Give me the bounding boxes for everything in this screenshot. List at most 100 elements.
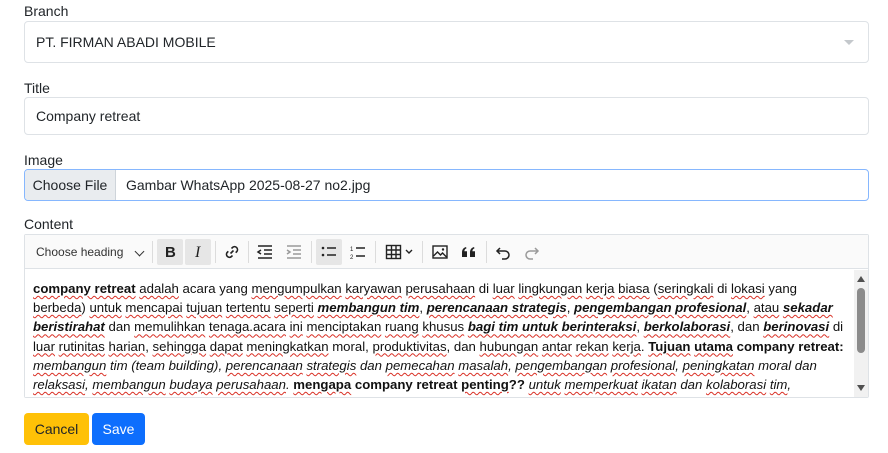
text-run: company retreat	[33, 281, 136, 296]
text-run: ??	[508, 377, 525, 393]
text-run: meningkatkan	[246, 338, 329, 354]
link-button[interactable]	[219, 239, 245, 265]
text-run: rutinitas	[58, 338, 105, 354]
italic-button[interactable]: I	[185, 239, 211, 265]
text-run: dan	[676, 377, 707, 393]
choose-file-button[interactable]: Choose File	[25, 170, 116, 200]
text-run: relaksasi	[33, 377, 86, 393]
insert-table-button[interactable]	[381, 239, 419, 265]
branch-select-value: PT. FIRMAN ABADI MOBILE	[36, 34, 216, 50]
svg-text:1: 1	[350, 247, 354, 253]
text-run: tenaga.acara	[208, 319, 286, 335]
text-run: perencanaan	[225, 357, 303, 373]
text-run: bagi tim untuk berinteraksi	[467, 319, 637, 335]
text-run: seperti	[274, 300, 314, 316]
text-run: peningkatan	[682, 357, 755, 373]
text-run: ,	[636, 319, 644, 335]
content-scrollbar[interactable]	[854, 270, 868, 397]
numbered-list-button[interactable]: 12	[345, 239, 371, 265]
text-run: di	[829, 319, 844, 335]
scroll-down-arrow-icon[interactable]	[857, 385, 865, 391]
text-run: dan	[104, 319, 135, 335]
text-run: ,	[675, 357, 683, 373]
indent-icon	[286, 245, 301, 259]
image-file-input[interactable]: Choose File Gambar WhatsApp 2025-08-27 n…	[24, 169, 869, 201]
text-run: berinovasi	[763, 319, 830, 335]
toolbar-separator	[375, 241, 376, 263]
text-run: ,	[419, 300, 427, 316]
italic-icon: I	[194, 244, 201, 260]
text-run: luar	[492, 281, 515, 296]
text-run: dan	[177, 396, 202, 397]
toolbar-separator	[248, 241, 249, 263]
link-icon	[225, 245, 239, 259]
text-run: biasa	[618, 281, 650, 296]
outdent-button[interactable]	[252, 239, 278, 265]
text-run: atau	[753, 300, 780, 316]
content-paragraph: company retreat adalah acara yang mengum…	[33, 279, 849, 397]
indent-button[interactable]	[281, 239, 307, 265]
text-run: membangun	[33, 357, 107, 373]
text-run: perusahaan	[405, 281, 476, 296]
text-run: perencanaan strategis	[426, 300, 567, 316]
heading-dropdown[interactable]: Choose heading	[31, 239, 149, 265]
image-label: Image	[24, 152, 63, 168]
text-run: tim	[769, 377, 788, 393]
title-input[interactable]: Company retreat	[24, 97, 869, 135]
scroll-up-arrow-icon[interactable]	[857, 276, 865, 282]
text-run: seringkali	[657, 281, 714, 296]
redo-button[interactable]	[519, 239, 545, 265]
text-run: meningkatkan	[33, 396, 115, 397]
text-run: acara yang	[178, 281, 252, 296]
text-run: tujuan	[186, 300, 223, 316]
text-run: kolaborasi	[706, 377, 767, 393]
toolbar-separator	[486, 241, 487, 263]
text-run: ikatan	[641, 377, 677, 393]
scrollbar-thumb[interactable]	[857, 288, 865, 353]
text-run: Tujuan	[648, 338, 691, 354]
undo-button[interactable]	[490, 239, 516, 265]
text-run: menciptakan	[306, 319, 382, 335]
insert-image-button[interactable]	[427, 239, 453, 265]
text-run: untuk	[528, 377, 561, 393]
text-run: berbeda	[33, 300, 82, 316]
text-run: produktivitas	[372, 338, 447, 354]
text-run: lingkungan	[518, 281, 583, 296]
heading-dropdown-label: Choose heading	[36, 245, 124, 259]
editor-content-area[interactable]: company retreat adalah acara yang mengum…	[25, 270, 868, 397]
text-run: luar	[33, 338, 55, 354]
bulleted-list-button[interactable]	[316, 239, 342, 265]
text-run: khusus	[422, 319, 465, 335]
svg-text:2: 2	[350, 255, 354, 261]
title-label: Title	[24, 80, 50, 96]
toolbar-separator	[152, 241, 153, 263]
bold-icon: B	[165, 244, 176, 260]
toolbar-separator	[422, 241, 423, 263]
text-run: tertentu	[225, 300, 271, 316]
text-run: membangun tim	[317, 300, 420, 316]
branch-select[interactable]: PT. FIRMAN ABADI MOBILE	[24, 21, 869, 63]
content-label: Content	[24, 216, 74, 232]
toolbar-separator	[311, 241, 312, 263]
chevron-down-icon	[134, 246, 145, 257]
text-run: hubungan	[479, 338, 539, 354]
text-run: company retreat	[351, 377, 462, 393]
bold-button[interactable]: B	[157, 239, 183, 265]
text-run: ini	[289, 319, 303, 335]
text-run: company retreat:	[733, 338, 844, 354]
text-run: moral dan	[754, 357, 817, 373]
svg-text:I: I	[194, 244, 201, 260]
text-run: utama	[694, 338, 733, 354]
text-run: memulihkan	[134, 319, 206, 335]
caret-down-icon	[844, 40, 854, 45]
text-run: ,	[145, 338, 153, 354]
block-quote-button[interactable]	[456, 239, 482, 265]
text-run: ruang	[384, 319, 419, 335]
text-run: rekan	[575, 338, 609, 354]
text-run: sehingga	[152, 338, 207, 354]
cancel-button[interactable]: Cancel	[24, 413, 89, 445]
text-run: dan	[356, 357, 386, 373]
redo-icon	[525, 247, 540, 260]
save-button[interactable]: Save	[92, 413, 145, 445]
text-run: karyawan	[345, 281, 402, 296]
